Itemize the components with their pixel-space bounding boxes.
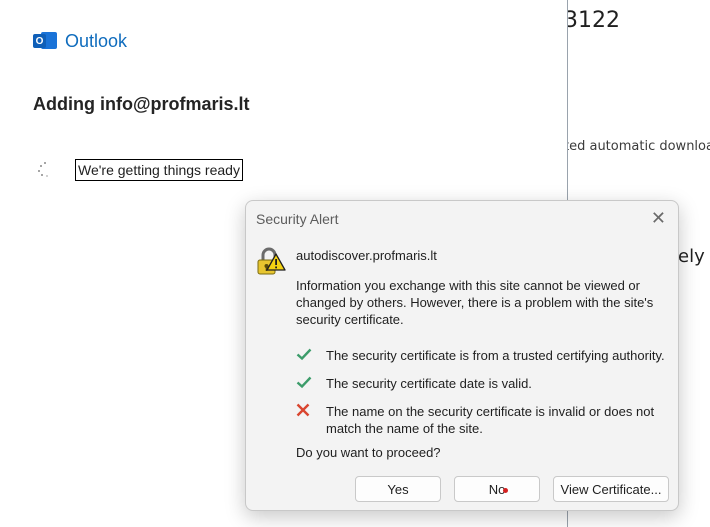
outlook-brand: O Outlook bbox=[33, 30, 127, 52]
background-number-fragment: 3122 bbox=[567, 8, 620, 33]
loading-spinner-icon bbox=[38, 162, 52, 178]
check-name-mismatch: The name on the security certificate is … bbox=[296, 403, 676, 437]
proceed-question: Do you want to proceed? bbox=[296, 445, 441, 460]
no-button[interactable]: No bbox=[454, 476, 540, 502]
check-trusted-authority: The security certificate is from a trust… bbox=[296, 347, 676, 365]
yes-button[interactable]: Yes bbox=[355, 476, 441, 502]
check-label: The security certificate date is valid. bbox=[326, 376, 532, 391]
app-name: Outlook bbox=[65, 30, 128, 51]
view-certificate-button[interactable]: View Certificate... bbox=[553, 476, 669, 502]
background-text-fragment: ely a bbox=[678, 246, 710, 267]
page-title: Adding info@profmaris.lt bbox=[33, 94, 250, 114]
mouse-cursor-marker bbox=[503, 488, 508, 493]
check-date-valid: The security certificate date is valid. bbox=[296, 375, 676, 393]
outlook-logo-icon: O bbox=[33, 30, 57, 52]
dialog-title: Security Alert bbox=[256, 211, 339, 227]
status-text: We're getting things ready bbox=[75, 159, 243, 181]
check-label: The security certificate is from a trust… bbox=[326, 348, 665, 363]
checkmark-icon bbox=[296, 347, 326, 365]
certificate-host: autodiscover.profmaris.lt bbox=[296, 248, 437, 263]
security-warning-lock-icon bbox=[257, 247, 286, 275]
error-x-icon bbox=[296, 403, 326, 437]
close-icon[interactable]: ✕ bbox=[651, 209, 666, 227]
background-download-text: ted automatic download bbox=[567, 139, 710, 154]
checkmark-icon bbox=[296, 375, 326, 393]
check-label: The name on the security certificate is … bbox=[326, 404, 655, 436]
security-alert-dialog: Security Alert ✕ autodiscover.profmaris.… bbox=[245, 200, 679, 511]
security-info-text: Information you exchange with this site … bbox=[296, 278, 654, 327]
